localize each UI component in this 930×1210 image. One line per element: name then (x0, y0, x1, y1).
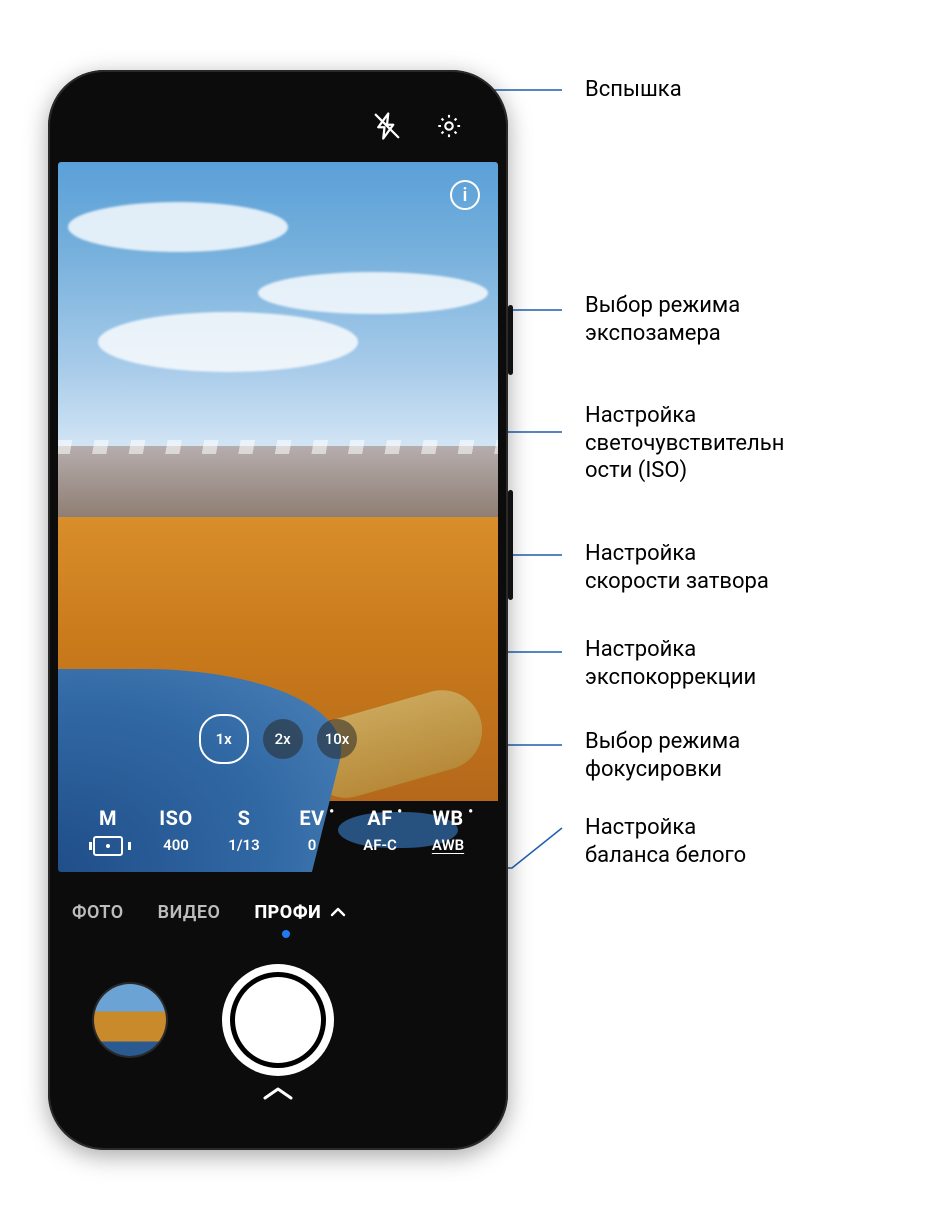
pro-controls-row: M ISO 400 S 1/13 EV 0 AF AF-C (58, 806, 498, 856)
callout-focus: Выбор режима фокусировки (585, 728, 740, 783)
callout-flash: Вспышка (585, 76, 682, 104)
pro-ev-label: EV (299, 806, 324, 830)
shutter-button[interactable] (230, 972, 326, 1068)
callout-iso: Настройка светочувствительн ости (ISO) (585, 402, 784, 485)
pro-af-value: AF-C (363, 836, 397, 854)
chevron-up-icon (330, 902, 346, 923)
callout-wb: Настройка баланса белого (585, 814, 746, 869)
callout-metering: Выбор режима экспозамера (585, 292, 740, 347)
pro-wb-value: AWB (432, 836, 464, 854)
zoom-selector: 1x 2x 10x (58, 714, 498, 764)
gallery-thumbnail[interactable] (94, 984, 166, 1056)
mode-pro-label: ПРОФИ (254, 902, 321, 923)
callout-shutter: Настройка скорости затвора (585, 540, 769, 595)
callout-ev: Настройка экспокоррекции (585, 636, 756, 691)
info-icon-glyph: i (463, 185, 468, 206)
zoom-2x[interactable]: 2x (263, 719, 303, 759)
pro-shutter-label: S (238, 806, 251, 830)
mode-video[interactable]: ВИДЕО (158, 902, 221, 923)
pro-af-label: AF (367, 806, 392, 830)
pro-wb-label: WB (432, 806, 463, 830)
pro-iso[interactable]: ISO 400 (142, 806, 210, 856)
zoom-10x[interactable]: 10x (317, 719, 358, 759)
camera-mode-bar: ФОТО ВИДЕО ПРОФИ (48, 882, 508, 942)
pro-metering[interactable]: M (74, 806, 142, 856)
pro-ev-value: 0 (308, 836, 317, 854)
zoom-1x[interactable]: 1x (199, 714, 249, 764)
mode-indicator-dot (282, 930, 290, 938)
info-icon[interactable]: i (450, 180, 480, 210)
pro-metering-label: M (99, 806, 117, 830)
camera-viewfinder: i 1x 2x 10x M ISO 400 S 1/13 (58, 162, 498, 872)
pro-shutter-value: 1/13 (228, 836, 259, 854)
flash-off-icon[interactable] (370, 109, 404, 143)
pro-shutter[interactable]: S 1/13 (210, 806, 278, 856)
pro-af[interactable]: AF AF-C (346, 806, 414, 856)
pro-ev[interactable]: EV 0 (278, 806, 346, 856)
pro-wb[interactable]: WB AWB (414, 806, 482, 856)
metering-mode-icon (93, 836, 123, 856)
mode-photo[interactable]: ФОТО (72, 902, 124, 923)
diagram-stage: Вспышка Выбор режима экспозамера Настрой… (0, 0, 930, 1210)
camera-bottom-bar (48, 950, 508, 1110)
gear-icon[interactable] (432, 109, 466, 143)
chevron-up-icon[interactable] (261, 1083, 295, 1108)
mode-pro[interactable]: ПРОФИ (254, 902, 346, 923)
phone-frame: i 1x 2x 10x M ISO 400 S 1/13 (48, 70, 508, 1150)
pro-iso-label: ISO (159, 806, 192, 830)
camera-top-bar (48, 96, 508, 156)
pro-iso-value: 400 (163, 836, 189, 854)
